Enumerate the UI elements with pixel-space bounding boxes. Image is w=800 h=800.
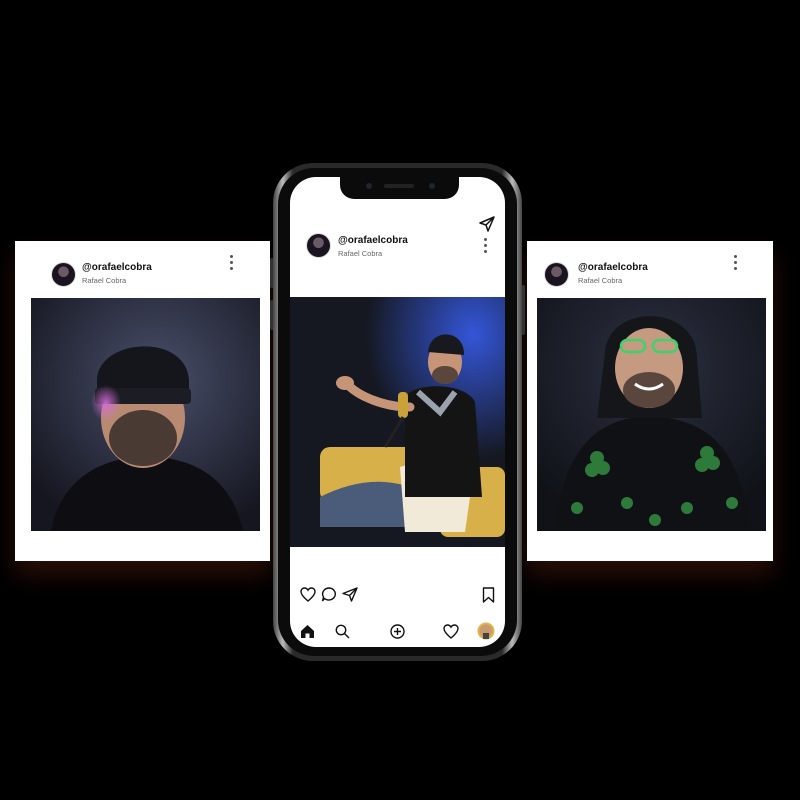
more-options-icon[interactable] (732, 255, 738, 275)
username[interactable]: @orafaelcobra (578, 262, 648, 273)
post-photo (31, 298, 260, 531)
phone-mockup: @orafaelcobra Rafael Cobra (273, 163, 522, 661)
more-options-icon[interactable] (482, 238, 488, 258)
post-photo (290, 297, 505, 547)
search-icon[interactable] (335, 624, 350, 639)
display-name: Rafael Cobra (338, 249, 383, 258)
add-post-icon[interactable] (390, 624, 405, 639)
username[interactable]: @orafaelcobra (338, 235, 408, 246)
more-options-icon[interactable] (228, 255, 234, 275)
bookmark-icon[interactable] (482, 587, 495, 603)
profile-avatar[interactable] (477, 622, 495, 640)
post-header: @orafaelcobra Rafael Cobra (527, 241, 773, 299)
avatar[interactable] (306, 233, 331, 258)
avatar[interactable] (544, 262, 569, 287)
display-name: Rafael Cobra (82, 276, 127, 285)
display-name: Rafael Cobra (578, 276, 623, 285)
direct-message-icon[interactable] (479, 216, 495, 232)
avatar[interactable] (51, 262, 76, 287)
heart-icon[interactable] (300, 587, 316, 602)
camera (366, 183, 372, 189)
phone-notch (340, 177, 459, 199)
share-icon[interactable] (342, 587, 358, 602)
post-photo (537, 298, 766, 531)
phone-screen: @orafaelcobra Rafael Cobra (290, 177, 505, 647)
right-post-card: @orafaelcobra Rafael Cobra (527, 241, 773, 561)
left-post-card: @orafaelcobra Rafael Cobra (15, 241, 270, 561)
activity-heart-icon[interactable] (443, 624, 459, 639)
speaker (384, 184, 414, 188)
camera (429, 183, 435, 189)
comment-icon[interactable] (321, 587, 337, 602)
post-header: @orafaelcobra Rafael Cobra (15, 241, 270, 299)
username[interactable]: @orafaelcobra (82, 262, 152, 273)
home-icon[interactable] (300, 624, 315, 639)
